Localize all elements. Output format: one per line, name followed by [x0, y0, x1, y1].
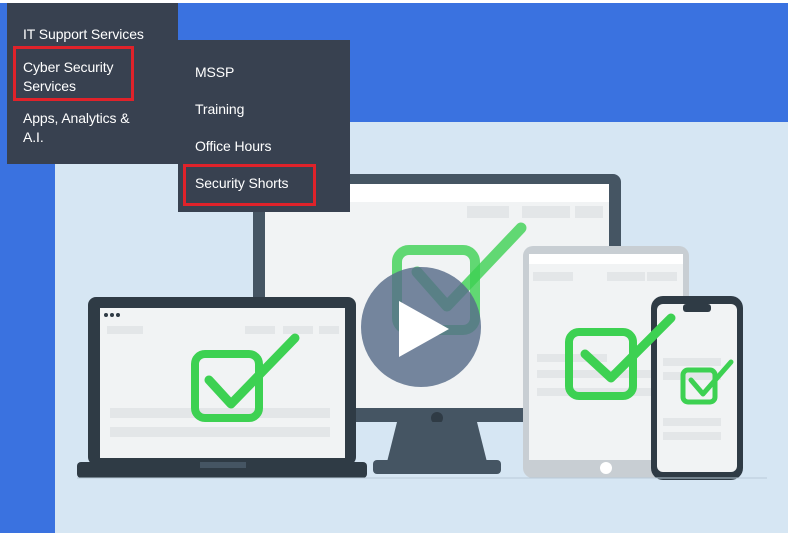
- menu-item-apps-analytics[interactable]: Apps, Analytics & A.I.: [23, 109, 151, 147]
- submenu-item-mssp[interactable]: MSSP: [195, 63, 234, 82]
- laptop-graphic: [77, 297, 367, 478]
- main-menu-dropdown: IT Support Services Cyber Security Servi…: [7, 3, 178, 164]
- play-icon: [399, 301, 449, 357]
- menu-item-it-support[interactable]: IT Support Services: [23, 25, 144, 44]
- submenu-dropdown: MSSP Training Office Hours Security Shor…: [178, 40, 350, 212]
- submenu-item-training[interactable]: Training: [195, 100, 244, 119]
- highlight-box: [183, 164, 316, 206]
- highlight-box: [13, 46, 134, 101]
- submenu-item-office-hours[interactable]: Office Hours: [195, 137, 271, 156]
- play-button[interactable]: [361, 267, 481, 387]
